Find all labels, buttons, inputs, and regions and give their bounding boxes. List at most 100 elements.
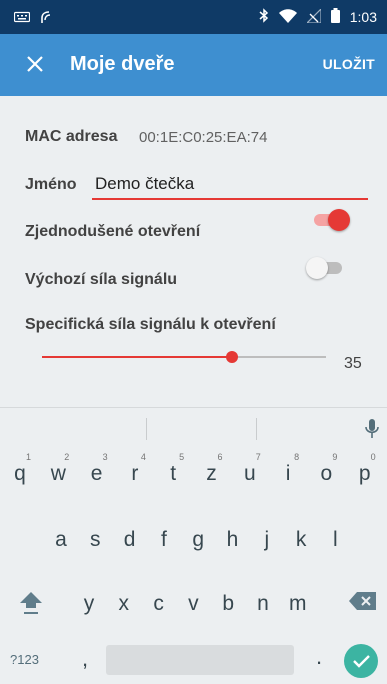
toggle-thumb bbox=[306, 257, 328, 279]
keyboard-key[interactable]: i8 bbox=[271, 448, 305, 494]
keyboard-key[interactable]: m bbox=[281, 578, 315, 624]
keyboard-key[interactable]: o9 bbox=[309, 448, 343, 494]
key-letter: p bbox=[358, 462, 371, 485]
key-letter: d bbox=[123, 528, 136, 551]
comma-key[interactable]: , bbox=[82, 646, 88, 672]
keyboard-key[interactable]: v bbox=[176, 578, 210, 624]
key-number-hint: 1 bbox=[25, 452, 31, 462]
wifi-icon bbox=[278, 8, 297, 26]
suggestion-strip bbox=[0, 408, 387, 448]
keyboard-key[interactable]: g bbox=[181, 514, 215, 560]
key-letter: v bbox=[188, 592, 199, 615]
keyboard-key[interactable]: r4 bbox=[118, 448, 152, 494]
specific-signal-label: Specifická síla signálu k otevření bbox=[25, 316, 276, 333]
suggestion-divider bbox=[256, 418, 257, 440]
keyboard-key[interactable]: z6 bbox=[195, 448, 229, 494]
key-letter: n bbox=[257, 592, 269, 615]
key-number-hint: 9 bbox=[332, 452, 338, 462]
keyboard-icon bbox=[13, 11, 31, 27]
key-letter: l bbox=[333, 528, 338, 551]
key-number-hint: 2 bbox=[64, 452, 70, 462]
keyboard-key[interactable]: t5 bbox=[156, 448, 190, 494]
signal-tap-icon bbox=[40, 10, 52, 28]
default-signal-toggle[interactable] bbox=[306, 256, 346, 280]
save-button[interactable]: ULOŽIT bbox=[323, 56, 375, 72]
mac-address-label: MAC adresa bbox=[25, 128, 118, 145]
period-key[interactable]: . bbox=[316, 644, 322, 670]
default-signal-label: Výchozí síla signálu bbox=[25, 271, 178, 288]
key-number-hint: 8 bbox=[294, 452, 300, 462]
keyboard-key[interactable]: j bbox=[250, 514, 284, 560]
key-letter: y bbox=[83, 592, 95, 615]
key-letter: w bbox=[50, 462, 66, 485]
slider-knob[interactable] bbox=[226, 351, 239, 363]
keyboard-key[interactable]: u7 bbox=[233, 448, 267, 494]
keyboard-key[interactable]: k bbox=[284, 514, 318, 560]
key-letter: s bbox=[90, 528, 101, 551]
keyboard-key[interactable]: s bbox=[78, 514, 112, 560]
keyboard-key[interactable]: b bbox=[211, 578, 245, 624]
battery-icon bbox=[330, 8, 340, 26]
keyboard-key[interactable]: d bbox=[113, 514, 147, 560]
suggestion-divider bbox=[146, 418, 147, 440]
mac-address-value: 00:1E:C0:25:EA:74 bbox=[139, 129, 268, 146]
key-letter: g bbox=[192, 528, 205, 551]
soft-keyboard: q1w2e3r4t5z6u7i8o9p0 asdfghjkl yxcvbnm ?… bbox=[0, 407, 387, 684]
keyboard-key[interactable]: w2 bbox=[41, 448, 75, 494]
name-input[interactable] bbox=[92, 170, 368, 200]
space-key[interactable] bbox=[106, 645, 294, 675]
key-letter: f bbox=[160, 528, 167, 551]
key-letter: x bbox=[118, 592, 130, 615]
page-title: Moje dveře bbox=[70, 53, 175, 75]
key-letter: k bbox=[295, 528, 307, 551]
key-letter: e bbox=[90, 462, 103, 485]
keyboard-key[interactable]: x bbox=[107, 578, 141, 624]
slider-fill bbox=[42, 356, 233, 358]
keyboard-key[interactable]: c bbox=[142, 578, 176, 624]
key-number-hint: 0 bbox=[370, 452, 376, 462]
name-label: Jméno bbox=[25, 176, 77, 193]
toggle-thumb bbox=[328, 209, 350, 231]
key-letter: r bbox=[131, 462, 139, 485]
key-number-hint: 3 bbox=[102, 452, 108, 462]
keyboard-key[interactable]: p0 bbox=[348, 448, 382, 494]
status-bar: 1:03 bbox=[0, 0, 387, 34]
key-letter: a bbox=[55, 528, 67, 551]
app-bar: Moje dveře ULOŽIT bbox=[0, 34, 387, 96]
keyboard-key[interactable]: a bbox=[44, 514, 78, 560]
key-letter: o bbox=[320, 462, 333, 485]
key-number-hint: 7 bbox=[255, 452, 261, 462]
close-icon[interactable] bbox=[20, 49, 50, 79]
keyboard-key[interactable]: q1 bbox=[3, 448, 37, 494]
door-settings-form: MAC adresa 00:1E:C0:25:EA:74 Jméno Zjedn… bbox=[0, 96, 387, 386]
keyboard-key[interactable]: e3 bbox=[80, 448, 114, 494]
enter-key[interactable] bbox=[344, 644, 378, 678]
shift-key[interactable] bbox=[16, 584, 46, 618]
backspace-key[interactable] bbox=[348, 590, 378, 614]
keyboard-key[interactable]: h bbox=[216, 514, 250, 560]
key-number-hint: 4 bbox=[140, 452, 146, 462]
key-letter: t bbox=[170, 462, 177, 485]
key-letter: z bbox=[206, 462, 217, 485]
key-number-hint: 6 bbox=[217, 452, 223, 462]
key-letter: h bbox=[226, 528, 239, 551]
keyboard-key[interactable]: f bbox=[147, 514, 181, 560]
key-number-hint: 5 bbox=[179, 452, 185, 462]
key-letter: m bbox=[289, 592, 307, 615]
simplified-open-label: Zjednodušené otevření bbox=[25, 223, 201, 240]
keyboard-key[interactable]: l bbox=[318, 514, 352, 560]
key-letter: i bbox=[285, 462, 291, 485]
bluetooth-icon bbox=[259, 8, 269, 26]
simplified-open-toggle[interactable] bbox=[310, 208, 350, 232]
key-letter: c bbox=[153, 592, 164, 615]
clock: 1:03 bbox=[349, 9, 377, 25]
keyboard-key[interactable]: y bbox=[72, 578, 106, 624]
signal-strength-value: 35 bbox=[344, 355, 362, 372]
microphone-icon[interactable] bbox=[362, 418, 382, 440]
symbols-key[interactable]: ?123 bbox=[10, 652, 39, 667]
key-letter: q bbox=[14, 462, 26, 485]
key-letter: b bbox=[222, 592, 235, 615]
no-signal-icon bbox=[305, 7, 322, 26]
signal-strength-slider[interactable] bbox=[42, 347, 326, 367]
keyboard-key[interactable]: n bbox=[246, 578, 280, 624]
